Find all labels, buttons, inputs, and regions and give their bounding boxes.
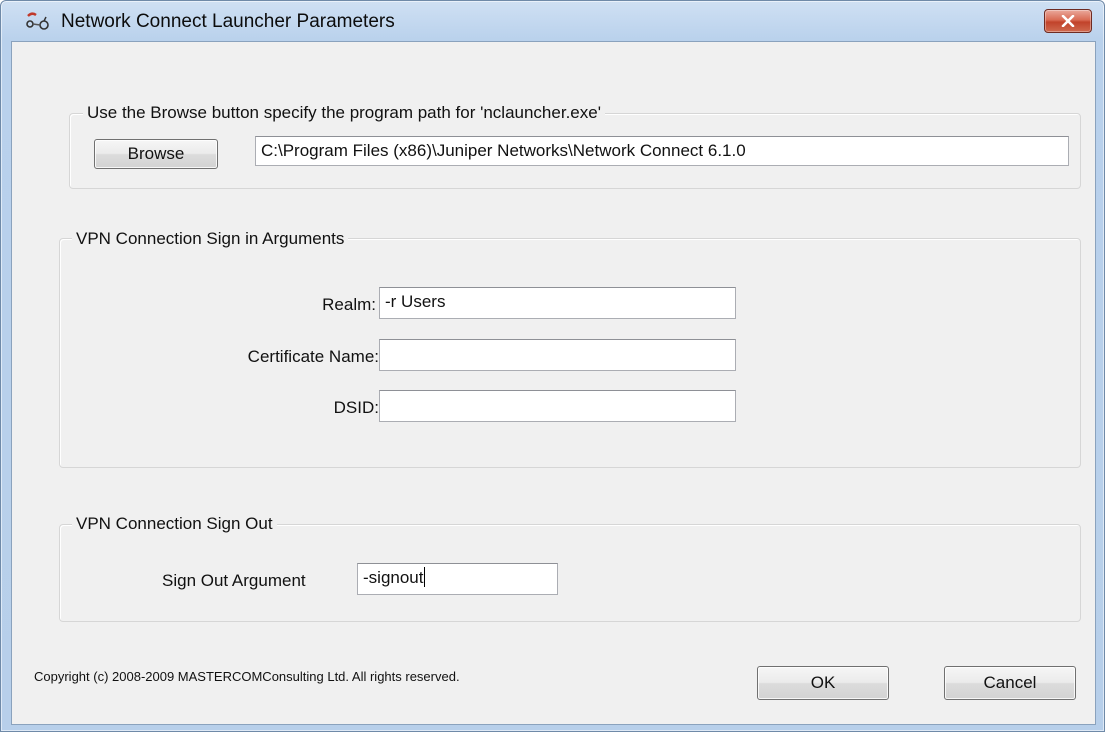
certificate-name-input[interactable] <box>379 339 736 371</box>
program-path-legend: Use the Browse button specify the progra… <box>83 103 605 123</box>
sign-out-argument-label: Sign Out Argument <box>162 571 306 590</box>
sign-out-argument-value: -signout <box>363 568 424 587</box>
network-connect-icon <box>26 12 49 30</box>
sign-out-legend: VPN Connection Sign Out <box>72 514 277 534</box>
title-bar[interactable]: Network Connect Launcher Parameters <box>1 1 1104 41</box>
text-caret <box>424 567 426 587</box>
dsid-input[interactable] <box>379 390 736 422</box>
sign-in-legend: VPN Connection Sign in Arguments <box>72 229 349 249</box>
dialog-client-area: Use the Browse button specify the progra… <box>11 41 1096 725</box>
close-icon <box>1061 15 1075 27</box>
window-title: Network Connect Launcher Parameters <box>61 11 395 32</box>
program-path-input[interactable]: C:\Program Files (x86)\Juniper Networks\… <box>255 136 1069 166</box>
dialog-window: Network Connect Launcher Parameters Use … <box>0 0 1105 732</box>
cancel-button[interactable]: Cancel <box>944 666 1076 700</box>
realm-input[interactable]: -r Users <box>379 287 736 319</box>
close-button[interactable] <box>1044 9 1092 33</box>
dsid-label: DSID: <box>333 398 379 417</box>
sign-out-argument-input[interactable]: -signout <box>357 563 558 595</box>
browse-button[interactable]: Browse <box>94 139 218 169</box>
copyright-text: Copyright (c) 2008-2009 MASTERCOMConsult… <box>34 669 460 684</box>
ok-button[interactable]: OK <box>757 666 889 700</box>
realm-label: Realm: <box>322 295 376 314</box>
certificate-name-label: Certificate Name: <box>247 347 379 366</box>
